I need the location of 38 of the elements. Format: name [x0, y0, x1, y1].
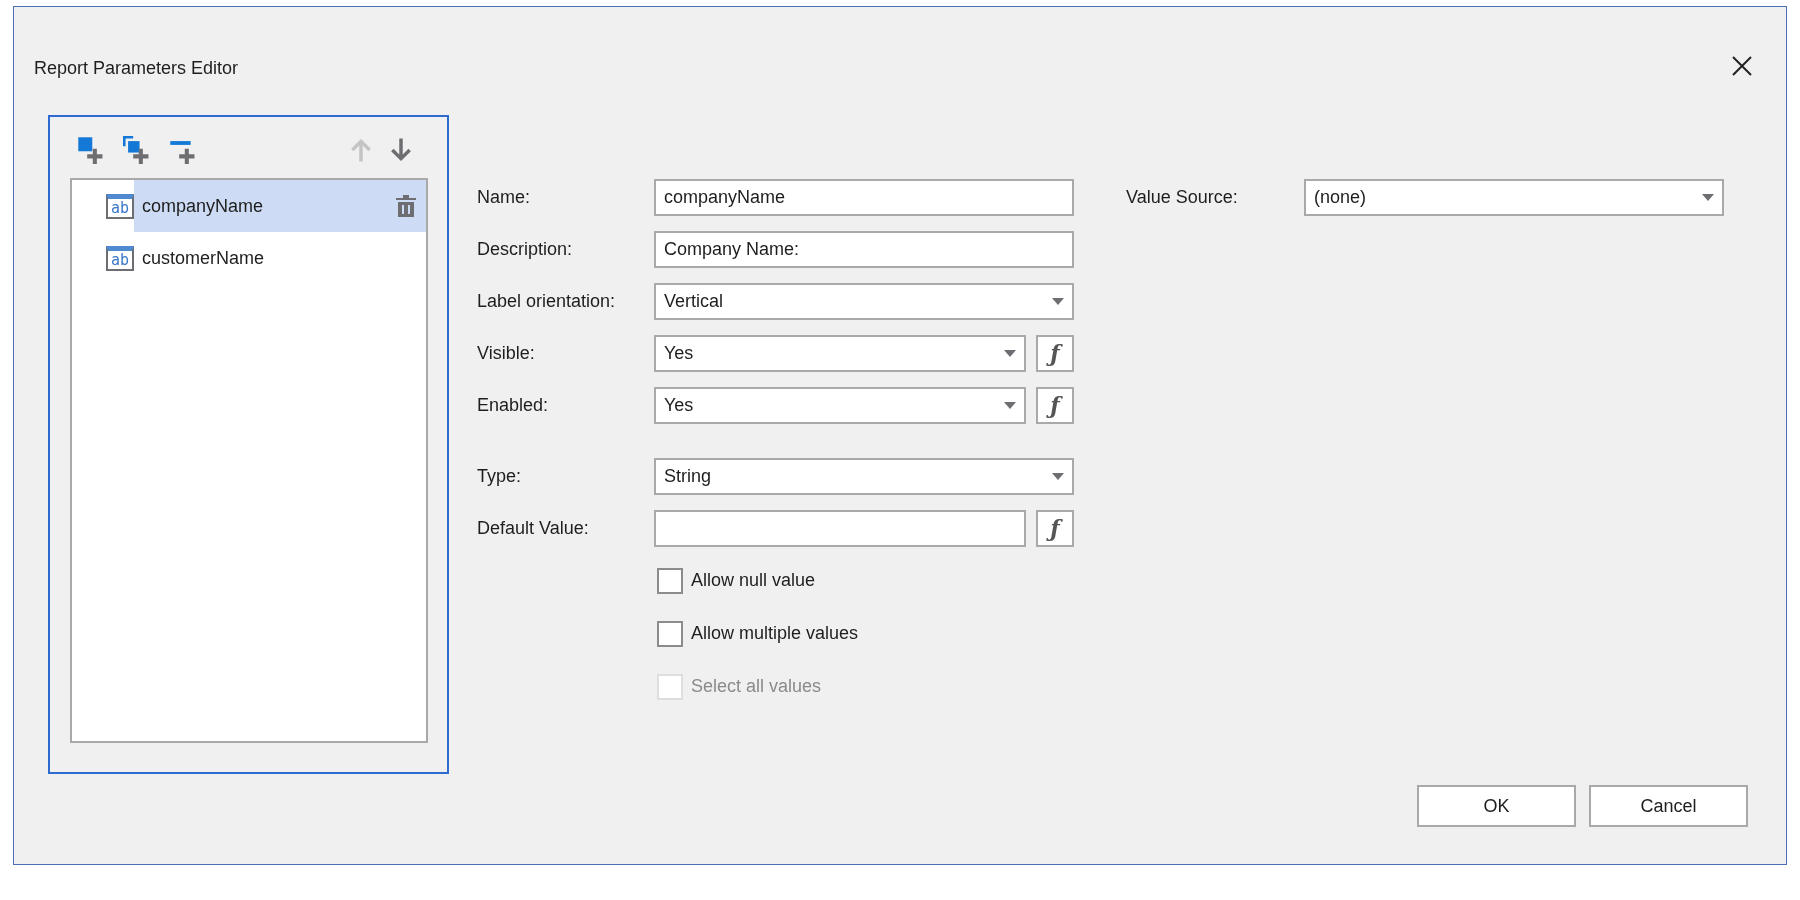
caret-icon: [1052, 473, 1064, 480]
field-label: Enabled:: [477, 394, 550, 417]
down-arrow-icon[interactable]: [389, 136, 413, 163]
dialog-button[interactable]: Cancel: [1589, 785, 1748, 827]
field-label: Description:: [477, 238, 574, 261]
field-label: Value Source:: [1126, 186, 1239, 209]
field-label: Visible:: [477, 342, 536, 365]
dropdown[interactable]: (none): [1304, 179, 1724, 216]
field-label: Name:: [477, 186, 531, 209]
field-label: Type:: [477, 465, 523, 488]
field-label: Label orientation:: [477, 290, 617, 313]
window-title: Report Parameters Editor: [34, 57, 239, 80]
caret-icon: [1052, 298, 1064, 305]
trash-icon[interactable]: [396, 195, 416, 217]
caret-icon: [1702, 194, 1714, 201]
expression-button[interactable]: ƒ: [1036, 335, 1074, 372]
parameter-item[interactable]: customerName: [134, 232, 426, 284]
dropdown[interactable]: Yes: [654, 335, 1026, 372]
string-type-icon: ab: [106, 245, 134, 271]
checkbox[interactable]: [657, 620, 683, 647]
dropdown[interactable]: String: [654, 458, 1074, 495]
input-field[interactable]: Company Name:: [654, 231, 1074, 268]
checkbox[interactable]: [657, 567, 683, 594]
expression-button[interactable]: ƒ: [1036, 387, 1074, 424]
checkbox-label: Allow multiple values: [691, 622, 859, 645]
dropdown[interactable]: Vertical: [654, 283, 1074, 320]
field-label: Default Value:: [477, 517, 590, 540]
parameter-item[interactable]: companyName: [134, 180, 426, 232]
expression-button[interactable]: ƒ: [1036, 510, 1074, 547]
caret-icon: [1004, 350, 1016, 357]
checkbox-label: Select all values: [691, 675, 822, 698]
input-field[interactable]: [654, 510, 1026, 547]
dropdown[interactable]: Yes: [654, 387, 1026, 424]
caret-icon: [1004, 402, 1016, 409]
dialog-button[interactable]: OK: [1417, 785, 1576, 827]
close-icon[interactable]: [1732, 56, 1752, 76]
input-field[interactable]: companyName: [654, 179, 1074, 216]
checkbox-label: Allow null value: [691, 569, 816, 592]
